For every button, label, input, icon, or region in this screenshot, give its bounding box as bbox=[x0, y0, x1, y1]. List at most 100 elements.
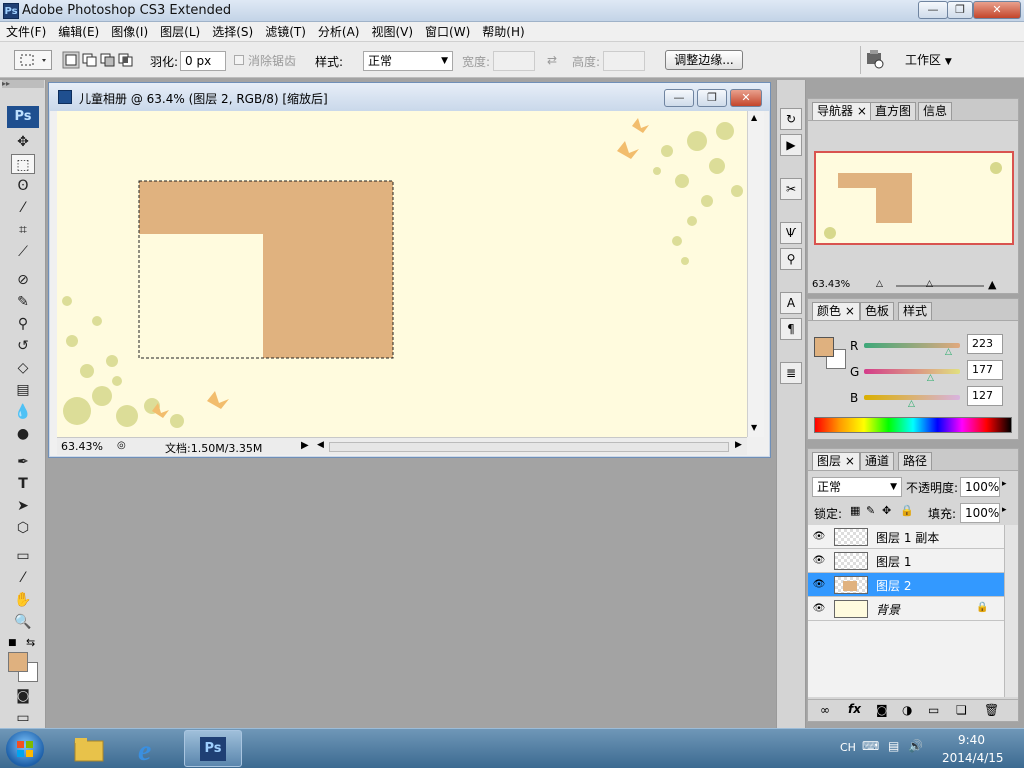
trash-icon[interactable]: 🗑 bbox=[984, 703, 999, 717]
visibility-eye-icon[interactable]: 👁 bbox=[812, 603, 826, 615]
layers-scrollbar[interactable] bbox=[1004, 525, 1018, 697]
menu-view[interactable]: 视图(V) bbox=[365, 22, 419, 42]
opacity-arrow-icon[interactable]: ▸ bbox=[1002, 479, 1007, 489]
navigator-preview[interactable] bbox=[814, 151, 1014, 245]
document-canvas[interactable] bbox=[57, 111, 747, 437]
lock-pixels-icon[interactable]: ✎ bbox=[866, 504, 875, 517]
clone-stamp-tool-icon[interactable]: ⚲ bbox=[11, 314, 35, 334]
status-menu-arrow-icon[interactable]: ▶ bbox=[301, 440, 309, 451]
new-selection-icon[interactable] bbox=[62, 51, 80, 69]
color-panel-fg-swatch[interactable] bbox=[814, 337, 834, 357]
layer-mask-icon[interactable]: ◙ bbox=[876, 703, 888, 717]
link-layers-icon[interactable]: ∞ bbox=[820, 703, 830, 717]
quick-mask-icon[interactable]: ◙ bbox=[11, 686, 35, 706]
path-selection-tool-icon[interactable]: ➤ bbox=[11, 496, 35, 516]
fill-input[interactable]: 100% bbox=[960, 503, 1000, 523]
layer-row-background[interactable]: 👁 背景 🔒 bbox=[808, 597, 1004, 621]
network-icon[interactable]: ▤ bbox=[888, 739, 899, 753]
eraser-tool-icon[interactable]: ◇ bbox=[11, 358, 35, 378]
b-slider-handle[interactable]: △ bbox=[908, 399, 915, 409]
height-input[interactable] bbox=[603, 51, 645, 71]
horizontal-scroll-thumb[interactable] bbox=[329, 442, 729, 452]
layer-style-icon[interactable]: fx bbox=[848, 702, 861, 716]
r-slider-handle[interactable]: △ bbox=[945, 347, 952, 357]
subtract-selection-icon[interactable] bbox=[100, 53, 115, 67]
feather-input[interactable]: 0 px bbox=[180, 51, 226, 71]
layer-row-layer2[interactable]: 👁 图层 2 bbox=[808, 573, 1004, 597]
menu-select[interactable]: 选择(S) bbox=[206, 22, 259, 42]
menu-image[interactable]: 图像(I) bbox=[105, 22, 154, 42]
brush-tool-icon[interactable]: ✎ bbox=[11, 292, 35, 312]
tool-presets-icon[interactable]: ✂ bbox=[780, 178, 802, 200]
document-titlebar[interactable]: 儿童相册 @ 63.4% (图层 2, RGB/8) [缩放后] — ❐ ✕ bbox=[49, 83, 770, 111]
tab-layers[interactable]: 图层 × bbox=[812, 452, 860, 470]
g-value[interactable]: 177 bbox=[967, 360, 1003, 380]
eyedropper-tool-icon[interactable]: ⁄ bbox=[11, 568, 35, 588]
dodge-tool-icon[interactable]: ● bbox=[11, 424, 35, 444]
visibility-eye-icon[interactable]: 👁 bbox=[812, 579, 826, 591]
lasso-tool-icon[interactable]: ʘ bbox=[11, 176, 35, 196]
crop-tool-icon[interactable]: ⌗ bbox=[11, 220, 35, 240]
new-layer-icon[interactable]: ❏ bbox=[956, 703, 967, 717]
opacity-input[interactable]: 100% bbox=[960, 477, 1000, 497]
lock-position-icon[interactable]: ✥ bbox=[882, 504, 891, 517]
explorer-taskbar-button[interactable] bbox=[70, 733, 108, 765]
restore-button[interactable]: ❐ bbox=[947, 1, 973, 19]
clock-time[interactable]: 9:40 bbox=[958, 733, 985, 747]
input-language-indicator[interactable]: CH bbox=[840, 741, 856, 754]
menu-filter[interactable]: 滤镜(T) bbox=[259, 22, 312, 42]
zoom-level[interactable]: 63.43% bbox=[61, 440, 103, 453]
tab-info[interactable]: 信息 bbox=[918, 102, 953, 120]
b-value[interactable]: 127 bbox=[967, 386, 1003, 406]
blend-mode-select[interactable]: 正常 ▼ bbox=[812, 477, 902, 497]
visibility-eye-icon[interactable]: 👁 bbox=[812, 555, 826, 567]
photoshop-taskbar-button[interactable]: Ps bbox=[184, 730, 242, 767]
brushes-panel-icon[interactable]: Ѱ bbox=[780, 222, 802, 244]
history-panel-icon[interactable]: ↻ bbox=[780, 108, 802, 130]
lock-all-icon[interactable]: 🔒 bbox=[900, 504, 914, 517]
paragraph-panel-icon[interactable]: ¶ bbox=[780, 318, 802, 340]
clone-source-icon[interactable]: ⚲ bbox=[780, 248, 802, 270]
layer-row-layer1[interactable]: 👁 图层 1 bbox=[808, 549, 1004, 573]
swap-colors-icon[interactable]: ⇆ bbox=[26, 636, 35, 649]
layer-comps-icon[interactable]: ≣ bbox=[780, 362, 802, 384]
tab-paths[interactable]: 路径 bbox=[898, 452, 933, 470]
volume-icon[interactable]: 🔊 bbox=[908, 739, 923, 753]
zoom-tool-icon[interactable]: 🔍 bbox=[11, 612, 35, 632]
menu-edit[interactable]: 编辑(E) bbox=[52, 22, 105, 42]
swap-dimensions-icon[interactable]: ⇄ bbox=[547, 53, 557, 67]
scroll-up-icon[interactable]: ▲ bbox=[751, 113, 757, 122]
g-slider[interactable] bbox=[864, 369, 960, 374]
slice-tool-icon[interactable]: ⟋ bbox=[11, 242, 35, 262]
tab-styles[interactable]: 样式 bbox=[898, 302, 933, 320]
scroll-down-icon[interactable]: ▼ bbox=[751, 423, 757, 432]
status-icon[interactable]: ◎ bbox=[117, 440, 126, 451]
adjustment-layer-icon[interactable]: ◑ bbox=[902, 703, 912, 717]
healing-brush-tool-icon[interactable]: ⊘ bbox=[11, 270, 35, 290]
zoom-out-icon[interactable]: △ bbox=[876, 279, 883, 289]
g-slider-handle[interactable]: △ bbox=[927, 373, 934, 383]
pen-tool-icon[interactable]: ✒ bbox=[11, 452, 35, 472]
tool-preset-picker[interactable] bbox=[14, 50, 52, 70]
add-selection-icon[interactable] bbox=[82, 53, 97, 67]
bridge-button[interactable] bbox=[860, 46, 890, 74]
doc-restore-button[interactable]: ❐ bbox=[697, 89, 727, 107]
screen-mode-icon[interactable]: ▭ bbox=[11, 708, 35, 728]
type-tool-icon[interactable]: T bbox=[11, 474, 35, 494]
group-folder-icon[interactable]: ▭ bbox=[928, 703, 939, 717]
clock-date[interactable]: 2014/4/15 bbox=[942, 751, 1004, 765]
toolbox-grip[interactable]: ▸▸ bbox=[2, 80, 44, 88]
photoshop-logo[interactable]: Ps bbox=[7, 106, 39, 128]
zoom-in-icon[interactable]: ▲ bbox=[988, 278, 996, 291]
default-colors-icon[interactable]: ■ bbox=[8, 638, 17, 648]
hand-tool-icon[interactable]: ✋ bbox=[11, 590, 35, 610]
character-panel-icon[interactable]: A bbox=[780, 292, 802, 314]
foreground-color-swatch[interactable] bbox=[8, 652, 28, 672]
vertical-scrollbar[interactable]: ▲ ▼ bbox=[747, 111, 764, 437]
layer-row-layer1-copy[interactable]: 👁 图层 1 副本 bbox=[808, 525, 1004, 549]
minimize-button[interactable]: — bbox=[918, 1, 948, 19]
scroll-right-icon[interactable]: ▶ bbox=[735, 440, 742, 450]
width-input[interactable] bbox=[493, 51, 535, 71]
tab-navigator[interactable]: 导航器 × bbox=[812, 102, 872, 120]
antialias-checkbox[interactable] bbox=[234, 55, 244, 65]
